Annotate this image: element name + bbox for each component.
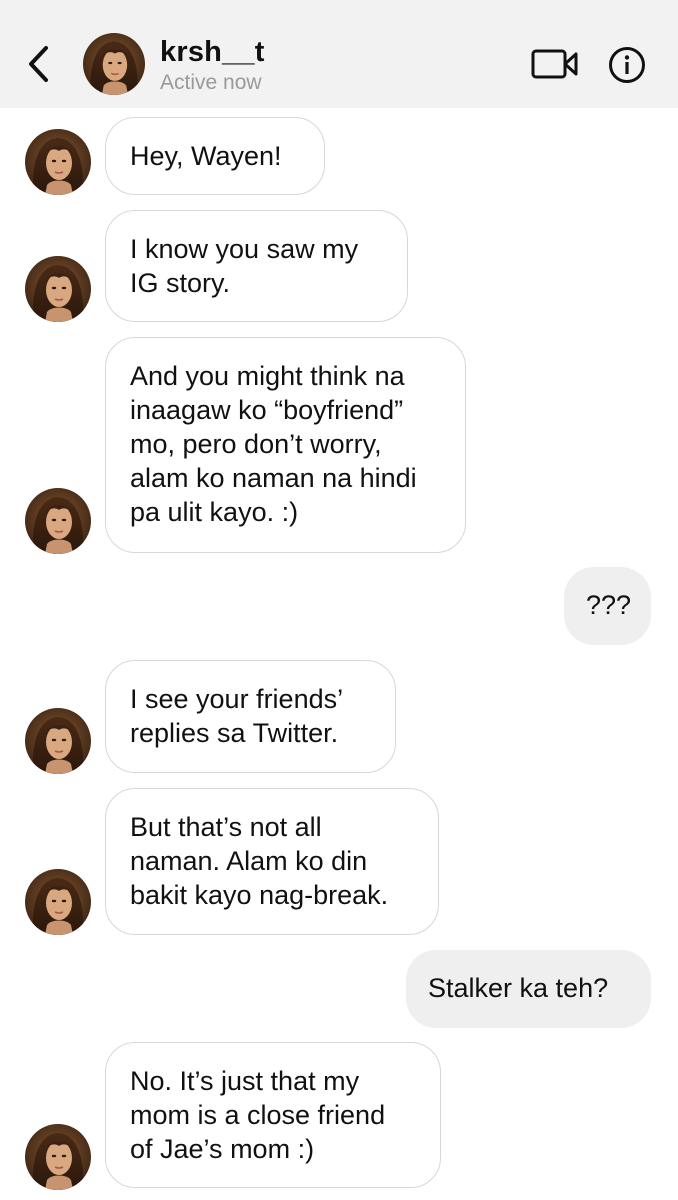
- message-bubble-incoming[interactable]: And you might think na inaagaw ko “boyfr…: [105, 337, 466, 553]
- message-bubble-incoming[interactable]: No. It’s just that my mom is a close fri…: [105, 1042, 441, 1188]
- avatar[interactable]: [25, 488, 91, 554]
- avatar[interactable]: [25, 869, 91, 935]
- active-status: Active now: [160, 71, 262, 94]
- message-bubble-incoming[interactable]: But that’s not all naman. Alam ko din ba…: [105, 788, 439, 935]
- info-icon: [609, 47, 645, 83]
- avatar[interactable]: [25, 129, 91, 195]
- message-bubble-incoming[interactable]: I see your friends’ replies sa Twitter.: [105, 660, 396, 773]
- video-call-button[interactable]: [530, 46, 580, 82]
- chat-header: krsh__t Active now: [0, 0, 678, 108]
- message-bubble-outgoing[interactable]: ???: [564, 567, 651, 645]
- video-call-icon: [531, 49, 578, 79]
- avatar[interactable]: [25, 708, 91, 774]
- avatar[interactable]: [25, 1124, 91, 1190]
- avatar[interactable]: [25, 256, 91, 322]
- avatar[interactable]: [83, 33, 145, 95]
- message-bubble-incoming[interactable]: I know you saw my IG story.: [105, 210, 408, 322]
- chevron-left-icon: [29, 46, 48, 82]
- message-bubble-outgoing[interactable]: Stalker ka teh?: [406, 950, 651, 1028]
- contact-username[interactable]: krsh__t: [160, 36, 265, 69]
- info-button[interactable]: [607, 45, 647, 85]
- back-button[interactable]: [22, 42, 58, 86]
- message-bubble-incoming[interactable]: Hey, Wayen!: [105, 117, 325, 195]
